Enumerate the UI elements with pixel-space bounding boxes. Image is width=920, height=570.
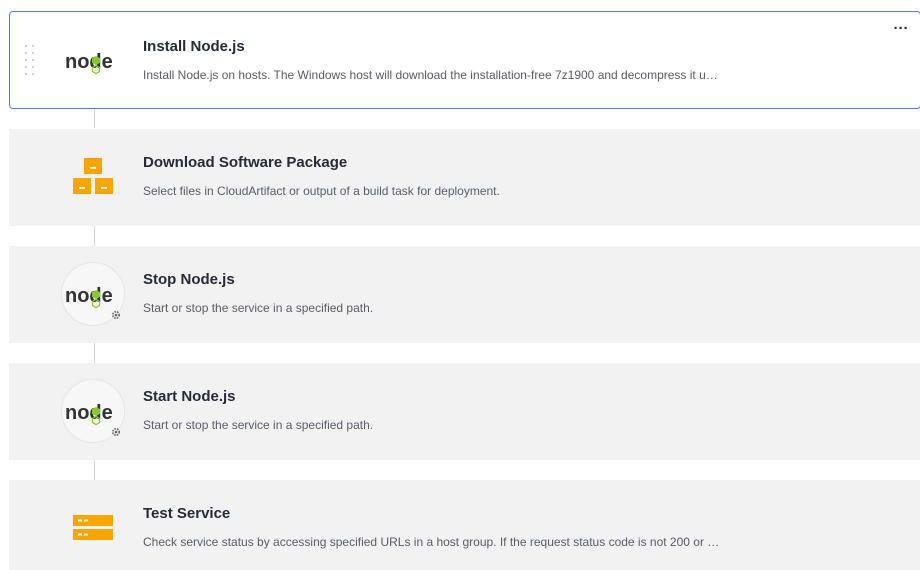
- step-card-download-software-package[interactable]: Download Software Package Select files i…: [9, 129, 920, 226]
- server-test-icon: [61, 497, 125, 561]
- gear-icon: [111, 427, 120, 436]
- step-title: Start Node.js: [143, 388, 236, 405]
- step-description: Check service status by accessing specif…: [143, 535, 720, 549]
- connector-line: [94, 226, 95, 246]
- connector-line: [94, 109, 95, 128]
- logo-text: node: [65, 51, 113, 73]
- svg-text:node: node: [65, 285, 113, 307]
- step-description: Start or stop the service in a specified…: [143, 418, 374, 432]
- package-boxes-icon: [61, 146, 125, 210]
- gear-icon: [111, 310, 120, 319]
- step-card-test-service[interactable]: Test Service Check service status by acc…: [9, 480, 920, 570]
- step-card-install-nodejs[interactable]: node JS Install Node.js Install Node.js …: [9, 11, 920, 109]
- step-title: Test Service: [143, 505, 231, 522]
- step-description: Install Node.js on hosts. The Windows ho…: [143, 68, 718, 82]
- nodejs-service-icon: node: [61, 379, 125, 443]
- step-description: Start or stop the service in a specified…: [143, 301, 374, 315]
- more-options-button[interactable]: ···: [890, 21, 912, 40]
- step-description: Select files in CloudArtifact or output …: [143, 184, 500, 198]
- step-title: Download Software Package: [143, 154, 348, 171]
- drag-handle-icon[interactable]: [24, 45, 36, 77]
- connector-line: [94, 460, 95, 480]
- nodejs-service-icon: node: [61, 262, 125, 326]
- svg-text:JS: JS: [94, 67, 99, 72]
- step-card-start-nodejs[interactable]: node Start Node.js Start or stop the ser…: [9, 363, 920, 460]
- step-title: Install Node.js: [143, 38, 245, 55]
- step-card-stop-nodejs[interactable]: node Stop Node.js Start or stop the serv…: [9, 246, 920, 343]
- nodejs-logo-icon: node JS: [62, 29, 126, 93]
- connector-line: [94, 343, 95, 363]
- step-title: Stop Node.js: [143, 271, 235, 288]
- svg-text:node: node: [65, 402, 113, 424]
